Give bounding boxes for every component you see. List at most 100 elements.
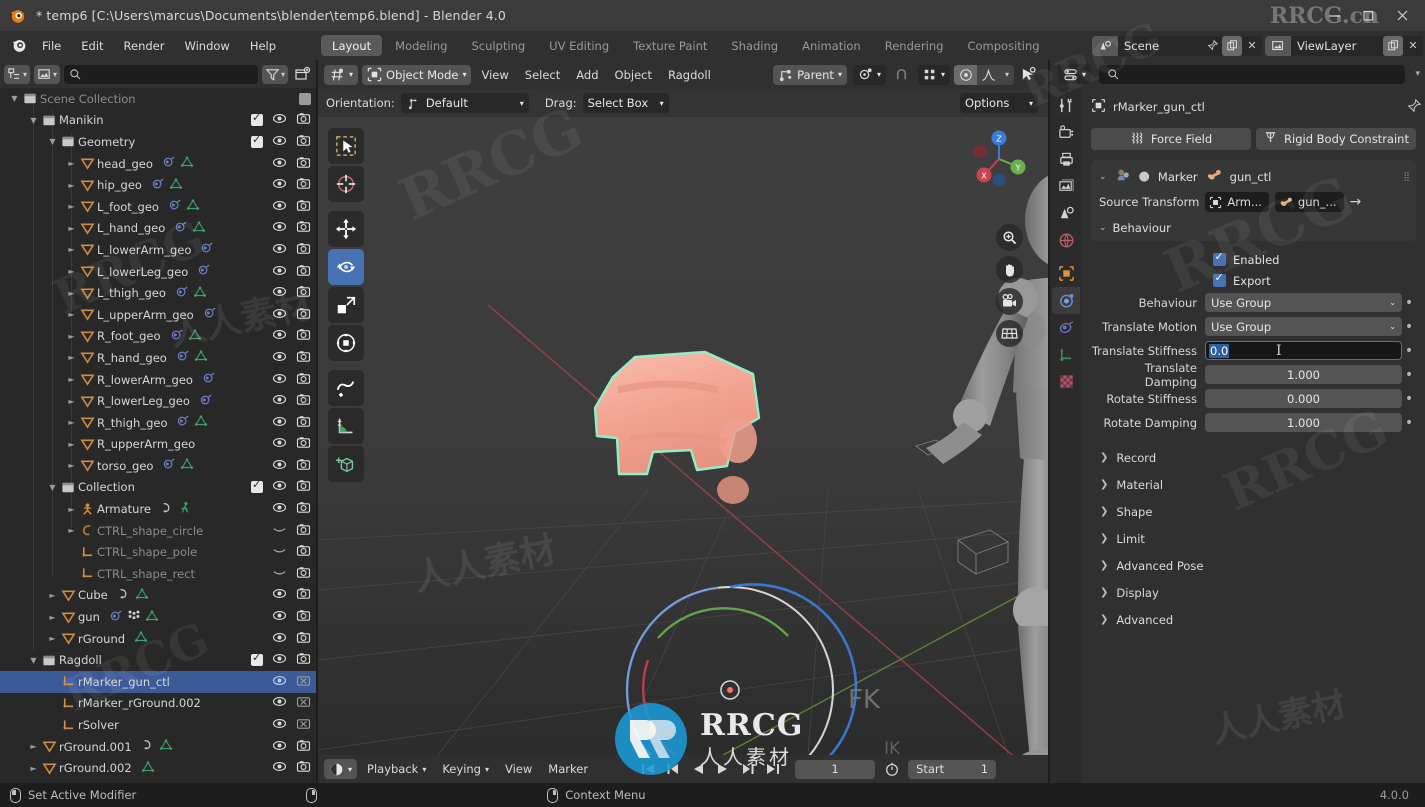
- disable-render-icon[interactable]: [296, 738, 311, 756]
- tab-object[interactable]: [1052, 260, 1080, 287]
- blender-menu-logo-icon[interactable]: [6, 37, 32, 54]
- chevron-right-icon[interactable]: ►: [65, 461, 78, 470]
- chevron-right-icon[interactable]: ►: [46, 613, 59, 622]
- hide-viewport-icon[interactable]: [272, 586, 287, 604]
- hide-viewport-icon[interactable]: [272, 478, 287, 496]
- viewport-gizmo-visibility-icon[interactable]: [1016, 65, 1040, 85]
- disable-render-icon[interactable]: [296, 694, 311, 712]
- modifier-icon[interactable]: [202, 371, 216, 388]
- modifier-icon[interactable]: [176, 349, 190, 366]
- transform-snap-editor-type[interactable]: ▾: [324, 64, 359, 85]
- tab-modeling[interactable]: Modeling: [384, 35, 458, 56]
- drag-handle[interactable]: ⣿: [1403, 172, 1411, 182]
- disable-render-icon[interactable]: [296, 263, 311, 281]
- menu-window[interactable]: Window: [174, 31, 239, 60]
- start-frame-field[interactable]: Start 1: [908, 759, 997, 779]
- outliner-row[interactable]: CTRL_shape_rect: [0, 563, 316, 585]
- hide-viewport-icon[interactable]: [272, 155, 287, 173]
- zoom-icon[interactable]: [996, 224, 1023, 251]
- outliner-row[interactable]: ► rGround.001: [0, 736, 316, 758]
- section-advanced[interactable]: ❯ Advanced: [1091, 606, 1416, 633]
- mesh-data-icon[interactable]: [145, 609, 159, 626]
- chevron-down-icon[interactable]: ▼: [27, 656, 40, 665]
- menu-file[interactable]: File: [32, 31, 71, 60]
- collection-enable-checkbox[interactable]: [299, 92, 311, 105]
- disable-render-icon[interactable]: [296, 133, 311, 151]
- hand-icon[interactable]: [996, 256, 1023, 283]
- chevron-right-icon[interactable]: ►: [65, 397, 78, 406]
- hide-viewport-icon[interactable]: [272, 241, 287, 259]
- hide-viewport-icon[interactable]: [272, 522, 287, 540]
- disable-render-icon[interactable]: [296, 500, 311, 518]
- section-record[interactable]: ❯ Record: [1091, 444, 1416, 471]
- disable-render-icon[interactable]: [296, 111, 311, 129]
- snap-settings-selector[interactable]: ▾: [917, 64, 950, 85]
- outliner-row[interactable]: ► R_lowerLeg_geo: [0, 390, 316, 412]
- behaviour-dropdown[interactable]: Use Group ⌄: [1205, 293, 1402, 312]
- chevron-down-icon[interactable]: ▼: [46, 483, 59, 492]
- pin-icon[interactable]: [1407, 98, 1422, 116]
- tab-animation[interactable]: Animation: [791, 35, 872, 56]
- section-advanced-pose[interactable]: ❯ Advanced Pose: [1091, 552, 1416, 579]
- hide-viewport-icon[interactable]: [272, 111, 287, 129]
- transform-orientation-parent[interactable]: Parent ▾: [773, 64, 847, 85]
- disable-render-icon[interactable]: [296, 716, 311, 734]
- hide-viewport-icon[interactable]: [272, 133, 287, 151]
- anim-icon[interactable]: [160, 501, 174, 518]
- outliner-row[interactable]: ▼ Ragdoll: [0, 649, 316, 671]
- falloff-curve-icon[interactable]: [977, 65, 1000, 85]
- export-checkbox[interactable]: [1213, 271, 1226, 287]
- outliner-row[interactable]: ► gun: [0, 606, 316, 628]
- properties-options-arrow[interactable]: ▾: [1415, 69, 1420, 79]
- menu-edit[interactable]: Edit: [71, 31, 113, 60]
- cursor-tool[interactable]: [328, 166, 364, 202]
- outliner-display-mode[interactable]: ▾: [4, 64, 31, 84]
- tab-physics[interactable]: [1052, 287, 1080, 314]
- animate-property-dot[interactable]: •: [1402, 367, 1416, 383]
- outliner-row[interactable]: ► L_lowerArm_geo: [0, 239, 316, 261]
- tab-view-layer[interactable]: [1052, 173, 1080, 200]
- tab-output[interactable]: [1052, 146, 1080, 173]
- hide-viewport-icon[interactable]: [272, 543, 287, 561]
- maximize-button[interactable]: [1351, 0, 1385, 31]
- delete-viewlayer-icon[interactable]: ✕: [1403, 36, 1423, 56]
- hide-viewport-icon[interactable]: [272, 349, 287, 367]
- chevron-right-icon[interactable]: ►: [65, 202, 78, 211]
- mesh-data-icon[interactable]: [169, 177, 183, 194]
- measure-tool[interactable]: [328, 408, 364, 444]
- disable-render-icon[interactable]: [296, 478, 311, 496]
- animate-property-dot[interactable]: •: [1402, 295, 1416, 311]
- disable-render-icon[interactable]: [296, 543, 311, 561]
- disable-render-icon[interactable]: [296, 435, 311, 453]
- chevron-down-icon[interactable]: ▼: [27, 116, 40, 125]
- snap-magnet-icon[interactable]: [890, 65, 914, 85]
- anim-icon[interactable]: [141, 738, 155, 755]
- add-cube-tool[interactable]: [328, 446, 364, 482]
- disable-render-icon[interactable]: [296, 284, 311, 302]
- source-object-field[interactable]: Arm...: [1205, 192, 1269, 212]
- disable-render-icon[interactable]: [296, 198, 311, 216]
- outliner-row[interactable]: ► rGround: [0, 628, 316, 650]
- section-material[interactable]: ❯ Material: [1091, 471, 1416, 498]
- new-viewlayer-icon[interactable]: [1383, 35, 1403, 56]
- hide-viewport-icon[interactable]: [272, 694, 287, 712]
- viewport-menu-ragdoll[interactable]: Ragdoll: [660, 60, 719, 89]
- pin-scene-icon[interactable]: [1202, 36, 1222, 56]
- outliner-tree[interactable]: ▼Scene Collection▼Manikin▼Geometry►head_…: [0, 88, 316, 783]
- modifier-icon[interactable]: [175, 285, 189, 302]
- jump-to-source-icon[interactable]: →: [1350, 194, 1362, 210]
- minimize-button[interactable]: [1317, 0, 1351, 31]
- outliner-row[interactable]: ► head_geo: [0, 153, 316, 175]
- hide-viewport-icon[interactable]: [272, 500, 287, 518]
- collection-enable-checkbox[interactable]: [251, 133, 263, 148]
- disable-render-icon[interactable]: [296, 306, 311, 324]
- disable-render-icon[interactable]: [296, 176, 311, 194]
- orientation-dropdown[interactable]: Default ▾: [400, 93, 529, 113]
- disable-render-icon[interactable]: [296, 414, 311, 432]
- pivot-point-selector[interactable]: ▾: [852, 64, 886, 85]
- disable-render-icon[interactable]: [296, 522, 311, 540]
- tab-render[interactable]: [1052, 119, 1080, 146]
- proportional-editing-toggle[interactable]: [954, 64, 977, 85]
- outliner-row[interactable]: ► rGround.002: [0, 757, 316, 779]
- viewport-menu-view[interactable]: View: [473, 60, 516, 89]
